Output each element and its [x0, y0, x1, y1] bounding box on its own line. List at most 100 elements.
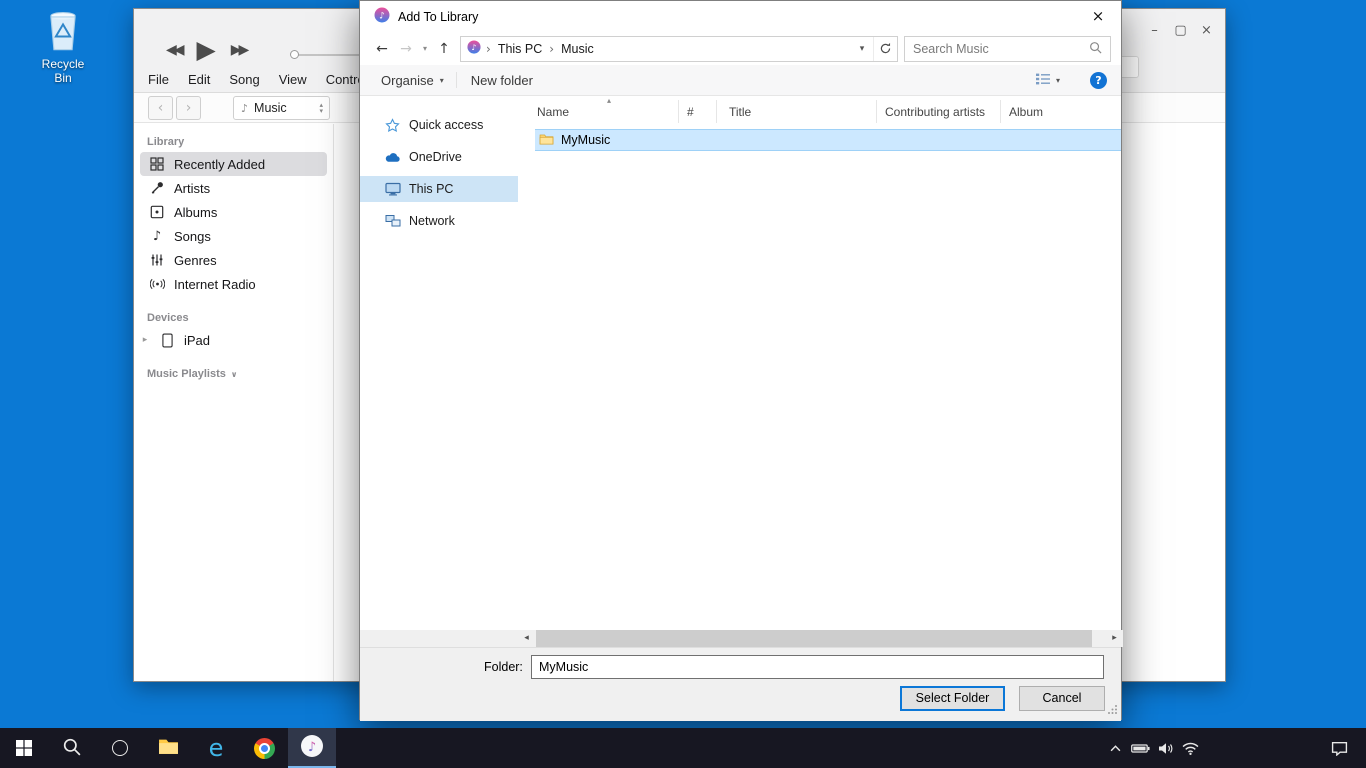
itunes-forward-button[interactable]: › [176, 96, 201, 120]
sidebar-item-label: Albums [174, 205, 217, 220]
view-mode-chevron-icon[interactable]: ▾ [1056, 76, 1060, 85]
scroll-track[interactable] [535, 630, 1106, 647]
new-folder-button[interactable]: New folder [471, 73, 533, 88]
monitor-icon [384, 182, 401, 196]
volume-knob[interactable] [290, 50, 299, 59]
column-title[interactable]: Title [717, 100, 877, 123]
file-row-mymusic[interactable]: MyMusic [535, 129, 1121, 151]
menu-song[interactable]: Song [229, 72, 259, 87]
media-picker-stepper[interactable]: ▴ ▾ [319, 102, 323, 114]
tray-chevron-up-icon[interactable] [1103, 745, 1128, 752]
select-folder-button[interactable]: Select Folder [900, 686, 1005, 711]
column-name[interactable]: Name [529, 100, 679, 123]
scroll-left-button[interactable]: ◂ [518, 630, 535, 647]
dialog-body: Quick access OneDrive This PC Network [360, 96, 1121, 630]
itunes-back-button[interactable]: ‹ [148, 96, 173, 120]
nav-item-network[interactable]: Network [360, 208, 518, 234]
recycle-bin-desktop-icon[interactable]: Recycle Bin [32, 6, 94, 85]
sidebar-item-internet-radio[interactable]: Internet Radio [140, 272, 327, 296]
recent-locations-chevron-icon[interactable]: ▾ [418, 44, 432, 53]
fast-forward-button[interactable]: ▶▶ [231, 42, 247, 58]
nav-item-onedrive[interactable]: OneDrive [360, 144, 518, 170]
breadcrumb-this-pc[interactable]: This PC [491, 42, 549, 56]
media-picker-value: Music [254, 101, 319, 115]
menu-view[interactable]: View [279, 72, 307, 87]
maximize-button[interactable]: ▢ [1172, 23, 1189, 38]
grid-icon [149, 157, 165, 171]
library-header: Library [147, 136, 333, 148]
column-album[interactable]: Album [1001, 100, 1123, 123]
playlists-header-label: Music Playlists [147, 368, 226, 380]
minimize-button[interactable]: – [1146, 23, 1163, 38]
file-list-header: ▴ Name # Title Contributing artists Albu… [529, 100, 1123, 123]
menu-edit[interactable]: Edit [188, 72, 210, 87]
sidebar-item-genres[interactable]: Genres [140, 248, 327, 272]
sidebar-item-artists[interactable]: Artists [140, 176, 327, 200]
nav-item-label: OneDrive [409, 150, 462, 164]
file-explorer-button[interactable] [144, 728, 192, 768]
levels-icon [149, 253, 165, 267]
sidebar-item-label: Genres [174, 253, 217, 268]
back-button[interactable]: ← [370, 41, 394, 57]
scroll-right-button[interactable]: ▸ [1106, 630, 1123, 647]
volume-icon[interactable] [1153, 742, 1178, 755]
address-bar[interactable]: ♪ › This PC › Music ▾ [460, 36, 898, 62]
nav-item-quick-access[interactable]: Quick access [360, 112, 518, 138]
play-button[interactable]: ▶ [197, 37, 216, 62]
dialog-close-button[interactable]: × [1075, 1, 1121, 32]
itunes-taskbar-button[interactable]: ♪ [288, 728, 336, 768]
search-box[interactable] [904, 36, 1111, 62]
internet-explorer-button[interactable]: e [192, 728, 240, 768]
sidebar-item-songs[interactable]: ♪ Songs [140, 224, 327, 248]
folder-name-input[interactable] [531, 655, 1104, 679]
menu-file[interactable]: File [148, 72, 169, 87]
help-button[interactable]: ? [1090, 72, 1107, 89]
sidebar-item-recently-added[interactable]: Recently Added [140, 152, 327, 176]
forward-button[interactable]: → [394, 41, 418, 57]
horizontal-scrollbar[interactable]: ◂ ▸ [518, 630, 1123, 647]
nav-item-this-pc[interactable]: This PC [360, 176, 518, 202]
sidebar-item-ipad[interactable]: ▸ iPad [140, 328, 327, 352]
scroll-thumb[interactable] [536, 630, 1092, 647]
refresh-button[interactable] [873, 37, 897, 61]
devices-header: Devices [147, 312, 333, 324]
taskbar-search-button[interactable] [48, 728, 96, 768]
cancel-button[interactable]: Cancel [1019, 686, 1105, 711]
organise-button[interactable]: Organise ▾ [381, 73, 444, 88]
up-button[interactable]: ↑ [432, 41, 456, 57]
resize-grip[interactable] [1107, 703, 1118, 718]
sidebar-item-label: Internet Radio [174, 277, 256, 292]
chrome-button[interactable] [240, 728, 288, 768]
location-icon: ♪ [467, 40, 481, 57]
battery-icon[interactable] [1128, 743, 1153, 754]
nav-item-label: Network [409, 214, 455, 228]
chevron-down-icon: ∨ [231, 370, 238, 379]
itunes-app-icon: ♪ [300, 734, 324, 761]
column-contributing-artists[interactable]: Contributing artists [877, 100, 1001, 123]
star-icon [384, 118, 401, 133]
search-icon [1089, 41, 1102, 57]
folder-icon [539, 133, 554, 148]
add-to-library-dialog: ♪ Add To Library × ← → ▾ ↑ ♪ › This PC ›… [359, 0, 1122, 720]
expand-chevron-icon[interactable]: ▸ [140, 335, 150, 345]
rewind-button[interactable]: ◀◀ [166, 42, 182, 58]
playlists-header[interactable]: Music Playlists ∨ [147, 368, 333, 380]
itunes-app-icon: ♪ [374, 7, 390, 26]
address-dropdown-icon[interactable]: ▾ [851, 44, 873, 54]
network-icon [384, 214, 401, 228]
close-button[interactable]: × [1198, 23, 1215, 38]
column-number[interactable]: # [679, 100, 717, 123]
search-input[interactable] [913, 42, 1089, 56]
dialog-nav-pane: Quick access OneDrive This PC Network [360, 96, 518, 630]
action-center-icon[interactable] [1327, 741, 1352, 756]
dialog-footer: Folder: Select Folder Cancel [360, 647, 1121, 721]
recycle-bin-icon [40, 40, 86, 55]
sidebar-item-albums[interactable]: Albums [140, 200, 327, 224]
start-button[interactable] [0, 728, 48, 768]
wifi-icon[interactable] [1178, 742, 1203, 755]
file-list: ▴ Name # Title Contributing artists Albu… [518, 96, 1123, 630]
media-picker[interactable]: ♪ Music ▴ ▾ [233, 96, 330, 120]
cortana-button[interactable] [96, 728, 144, 768]
breadcrumb-music[interactable]: Music [554, 42, 601, 56]
view-mode-button[interactable] [1035, 72, 1051, 89]
